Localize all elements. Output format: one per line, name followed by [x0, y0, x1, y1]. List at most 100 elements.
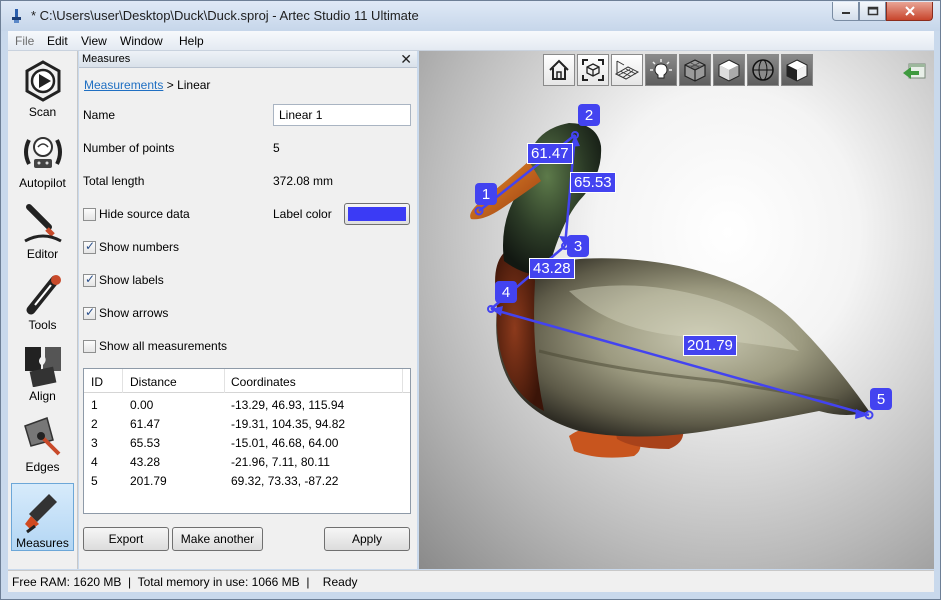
- grid-icon: [614, 60, 640, 80]
- tool-scan[interactable]: Scan: [11, 53, 74, 121]
- 3d-viewport[interactable]: 61.47 65.53 43.28 201.79 1 2 3 4 5: [419, 51, 934, 569]
- checkbox-label: Show arrows: [99, 306, 169, 320]
- show-all-measurements-checkbox[interactable]: Show all measurements: [83, 339, 227, 353]
- window-title: * C:\Users\user\Desktop\Duck\Duck.sproj …: [31, 8, 419, 23]
- left-toolbar: Scan Autopilot Editor Tools Align Edges …: [8, 51, 78, 569]
- tool-label: Measures: [16, 536, 69, 550]
- make-another-button[interactable]: Make another: [172, 527, 263, 551]
- duck-3d-model[interactable]: [419, 51, 934, 569]
- label-color-swatch: [348, 207, 406, 221]
- column-header-distance[interactable]: Distance: [130, 375, 177, 389]
- cell-coordinates: -13.29, 46.93, 115.94: [231, 398, 345, 412]
- tool-label: Scan: [28, 105, 57, 119]
- grid-toggle-button[interactable]: [611, 54, 643, 86]
- title-bar: * C:\Users\user\Desktop\Duck\Duck.sproj …: [1, 1, 940, 31]
- cell-distance: 201.79: [130, 474, 167, 488]
- show-labels-checkbox[interactable]: ✓ Show labels: [83, 271, 164, 287]
- segment-label[interactable]: 201.79: [683, 335, 737, 356]
- export-button[interactable]: Export: [83, 527, 169, 551]
- points-table[interactable]: ID Distance Coordinates 1 0.00 -13.29, 4…: [83, 368, 411, 514]
- fit-view-button[interactable]: [577, 54, 609, 86]
- menu-window[interactable]: Window: [120, 34, 163, 48]
- point-marker[interactable]: 5: [870, 388, 892, 410]
- check-icon: ✓: [85, 271, 96, 286]
- length-value: 372.08 mm: [273, 174, 334, 188]
- column-divider[interactable]: [122, 369, 123, 393]
- table-header: ID Distance Coordinates: [84, 369, 410, 393]
- table-row[interactable]: 4 43.28 -21.96, 7.11, 80.11: [84, 453, 410, 472]
- measures-icon: [24, 494, 57, 534]
- sphere-mode-button[interactable]: [747, 54, 779, 86]
- segment-label[interactable]: 43.28: [529, 258, 575, 279]
- wireframe-cube-icon: [684, 59, 706, 82]
- point-marker[interactable]: 1: [475, 183, 497, 205]
- column-header-id[interactable]: ID: [91, 375, 103, 389]
- checkbox-box[interactable]: [83, 339, 96, 353]
- menu-edit[interactable]: Edit: [47, 34, 68, 48]
- table-row[interactable]: 3 65.53 -15.01, 46.68, 64.00: [84, 434, 410, 453]
- maximize-button[interactable]: [859, 2, 886, 21]
- show-arrows-checkbox[interactable]: ✓ Show arrows: [83, 305, 169, 320]
- minimize-button[interactable]: [832, 2, 859, 21]
- point-marker[interactable]: 2: [578, 104, 600, 126]
- segment-label[interactable]: 65.53: [570, 172, 616, 193]
- cell-distance: 65.53: [130, 436, 161, 450]
- status-text: Free RAM: 1620 MB | Total memory in use:…: [12, 575, 358, 589]
- cell-coordinates: -19.31, 104.35, 94.82: [231, 417, 346, 431]
- textured-cube-icon: [786, 59, 808, 82]
- solid-mode-button[interactable]: [713, 54, 745, 86]
- cell-distance: 61.47: [130, 417, 161, 431]
- name-input[interactable]: [273, 104, 411, 126]
- light-icon: [650, 59, 672, 79]
- breadcrumb-current: Linear: [177, 78, 211, 92]
- status-bar: Free RAM: 1620 MB | Total memory in use:…: [8, 570, 934, 592]
- panel-header: Measures ✕: [79, 51, 417, 68]
- tool-align[interactable]: Align: [11, 337, 74, 405]
- scan-icon: [25, 60, 60, 102]
- label-color-button[interactable]: [344, 203, 410, 225]
- texture-mode-button[interactable]: [781, 54, 813, 86]
- menu-file[interactable]: File: [15, 34, 34, 48]
- menu-help[interactable]: Help: [179, 34, 204, 48]
- panel-close-button[interactable]: ✕: [400, 51, 412, 67]
- tool-label: Edges: [25, 460, 60, 474]
- menu-bar: File Edit View Window Help: [8, 31, 934, 51]
- checkbox-box[interactable]: [83, 207, 96, 221]
- home-view-button[interactable]: [543, 54, 575, 86]
- point-marker[interactable]: 4: [495, 281, 517, 303]
- cell-id: 3: [91, 436, 98, 450]
- column-divider[interactable]: [224, 369, 225, 393]
- close-window-button[interactable]: [886, 2, 933, 21]
- column-divider[interactable]: [402, 369, 403, 393]
- app-logo-icon: [12, 9, 21, 23]
- point-marker[interactable]: 3: [567, 235, 589, 257]
- breadcrumb-measurements-link[interactable]: Measurements: [84, 78, 163, 92]
- table-row[interactable]: 1 0.00 -13.29, 46.93, 115.94: [84, 396, 410, 415]
- tool-edges[interactable]: Edges: [11, 408, 74, 476]
- solid-cube-icon: [718, 59, 740, 82]
- tool-editor[interactable]: Editor: [11, 195, 74, 263]
- wireframe-mode-button[interactable]: [679, 54, 711, 86]
- maximize-icon: [867, 6, 878, 16]
- menu-view[interactable]: View: [81, 34, 107, 48]
- cell-id: 5: [91, 474, 98, 488]
- segment-label[interactable]: 61.47: [527, 143, 573, 164]
- tool-measures[interactable]: Measures: [11, 483, 74, 551]
- tool-label: Editor: [26, 247, 59, 261]
- checkbox-box[interactable]: ✓: [83, 305, 96, 320]
- breadcrumb-separator: >: [163, 78, 178, 92]
- checkbox-box[interactable]: ✓: [83, 239, 96, 254]
- hide-source-checkbox[interactable]: Hide source data: [83, 207, 190, 221]
- tool-tools[interactable]: Tools: [11, 266, 74, 334]
- tool-autopilot[interactable]: Autopilot: [11, 124, 74, 192]
- apply-button[interactable]: Apply: [324, 527, 410, 551]
- table-row[interactable]: 2 61.47 -19.31, 104.35, 94.82: [84, 415, 410, 434]
- label-color-label: Label color: [273, 207, 332, 221]
- cell-distance: 0.00: [130, 398, 154, 412]
- lighting-button[interactable]: [645, 54, 677, 86]
- collapse-panel-icon[interactable]: [901, 61, 927, 83]
- column-header-coordinates[interactable]: Coordinates: [231, 375, 296, 389]
- checkbox-box[interactable]: ✓: [83, 271, 96, 287]
- table-row[interactable]: 5 201.79 69.32, 73.33, -87.22: [84, 472, 410, 491]
- show-numbers-checkbox[interactable]: ✓ Show numbers: [83, 239, 179, 254]
